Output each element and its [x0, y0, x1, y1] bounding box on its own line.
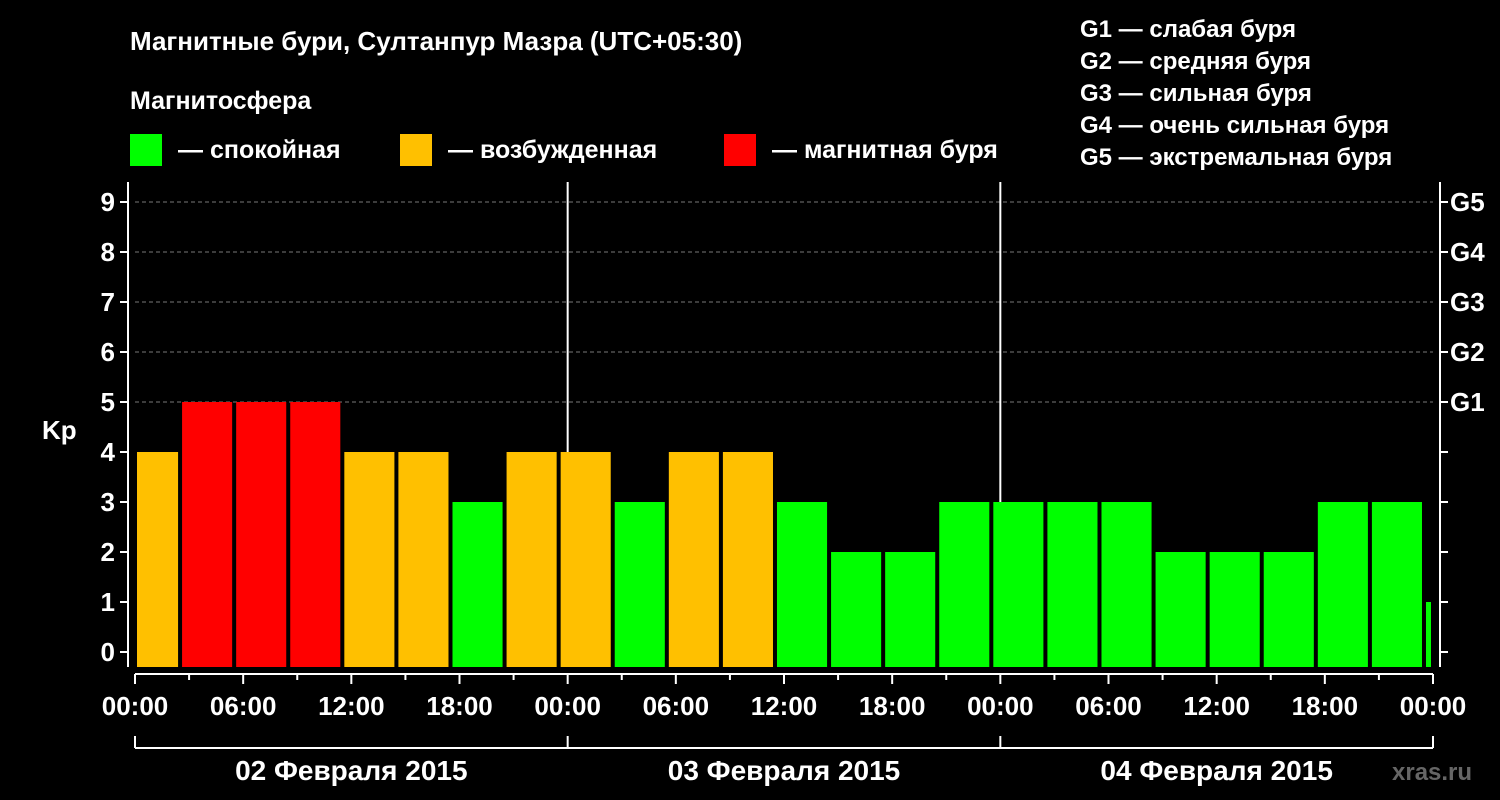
bar-17 — [1047, 502, 1098, 667]
bar-16 — [993, 502, 1044, 667]
legend-label-active: — возбужденная — [448, 136, 657, 164]
bar-13 — [831, 552, 882, 667]
y-tick-label-1: 1 — [101, 587, 115, 617]
y-tick-label-6: 6 — [101, 337, 115, 367]
bar-3 — [290, 402, 341, 667]
y-tick-label-9: 9 — [101, 187, 115, 217]
bar-15 — [939, 502, 990, 667]
y-tick-label-0: 0 — [101, 637, 115, 667]
watermark: xras.ru — [1392, 759, 1472, 786]
g-label-g4: G4 — [1450, 237, 1485, 267]
day-label-2: 04 Февраля 2015 — [1100, 755, 1332, 786]
legend: — спокойная — возбужденная — магнитная б… — [130, 134, 998, 166]
bar-12 — [776, 502, 828, 667]
bar-24 — [1425, 602, 1431, 667]
y-tick-label-4: 4 — [101, 437, 116, 467]
legend-heading: Магнитосфера — [130, 87, 312, 115]
y-tick-label-3: 3 — [101, 487, 115, 517]
g-scale-item-g5: G5 — экстремальная буря — [1080, 144, 1392, 171]
x-tick-label-1200: 12:00 — [318, 691, 385, 721]
g-scale-legend: G1 — слабая буря G2 — средняя буря G3 — … — [1080, 16, 1392, 171]
x-tick-label-0000: 00:00 — [102, 691, 169, 721]
g-scale-item-g1: G1 — слабая буря — [1080, 16, 1296, 43]
chart-title: Магнитные бури, Султанпур Мазра (UTC+05:… — [130, 26, 742, 56]
bar-14 — [885, 552, 936, 667]
bar-19 — [1155, 552, 1206, 667]
g-label-g2: G2 — [1450, 337, 1485, 367]
x-tick-label-0000: 00:00 — [967, 691, 1034, 721]
y-tick-label-5: 5 — [101, 387, 115, 417]
bar-11 — [722, 452, 773, 667]
x-tick-label-1800: 18:00 — [859, 691, 926, 721]
g-scale-item-g2: G2 — средняя буря — [1080, 48, 1311, 75]
x-tick-label-0600: 06:00 — [1075, 691, 1142, 721]
bar-9 — [614, 502, 665, 667]
x-tick-label-0600: 06:00 — [643, 691, 710, 721]
legend-swatch-quiet — [130, 134, 162, 166]
y-axis-label: Kp — [42, 415, 77, 445]
bar-1 — [182, 402, 233, 667]
x-tick-label-0000: 00:00 — [534, 691, 601, 721]
y-tick-label-2: 2 — [101, 537, 115, 567]
g-label-g3: G3 — [1450, 287, 1485, 317]
x-tick-label-1800: 18:00 — [1292, 691, 1359, 721]
y-tick-label-7: 7 — [101, 287, 115, 317]
g-label-g1: G1 — [1450, 387, 1485, 417]
bars — [137, 402, 1431, 667]
bar-2 — [236, 402, 287, 667]
x-tick-label-1200: 12:00 — [751, 691, 818, 721]
y-tick-label-8: 8 — [101, 237, 115, 267]
bar-6 — [452, 502, 503, 667]
day-label-1: 03 Февраля 2015 — [668, 755, 900, 786]
legend-swatch-storm — [724, 134, 756, 166]
bar-7 — [506, 452, 557, 667]
bar-4 — [344, 452, 395, 667]
bar-18 — [1101, 502, 1152, 667]
bar-23 — [1371, 502, 1422, 667]
legend-swatch-active — [400, 134, 432, 166]
bar-21 — [1263, 552, 1314, 667]
g-scale-item-g4: G4 — очень сильная буря — [1080, 112, 1389, 139]
x-tick-label-1200: 12:00 — [1183, 691, 1250, 721]
legend-label-quiet: — спокойная — [178, 136, 341, 164]
bar-0 — [137, 452, 179, 667]
bar-5 — [398, 452, 449, 667]
bar-22 — [1317, 502, 1368, 667]
bar-8 — [560, 452, 611, 667]
kp-chart: Магнитные бури, Султанпур Мазра (UTC+05:… — [42, 16, 1485, 786]
bar-20 — [1209, 552, 1260, 667]
g-scale-item-g3: G3 — сильная буря — [1080, 80, 1312, 107]
legend-label-storm: — магнитная буря — [772, 136, 998, 164]
x-tick-label-0000: 00:00 — [1400, 691, 1467, 721]
day-label-0: 02 Февраля 2015 — [235, 755, 467, 786]
bar-10 — [668, 452, 719, 667]
g-label-g5: G5 — [1450, 187, 1485, 217]
x-tick-label-0600: 06:00 — [210, 691, 277, 721]
x-tick-label-1800: 18:00 — [426, 691, 493, 721]
